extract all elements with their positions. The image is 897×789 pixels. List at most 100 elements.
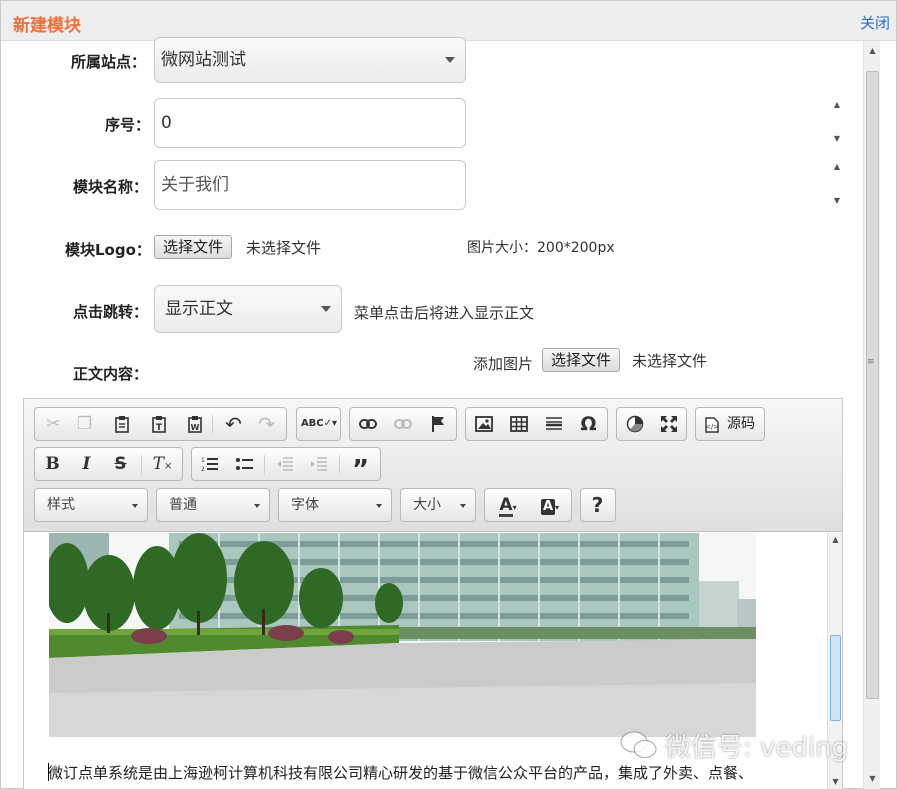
chevron-down-icon: [376, 504, 382, 508]
svg-text:T: T: [155, 423, 162, 433]
body-choose-file-button[interactable]: 选择文件: [542, 348, 621, 372]
size-combo-label: 大小: [413, 497, 441, 513]
toolbar-separator: [339, 455, 340, 475]
styles-combo[interactable]: 样式: [34, 488, 148, 522]
logo-size-hint: 图片大小：200*200px: [467, 240, 615, 256]
numbered-list-icon[interactable]: 12: [194, 448, 225, 480]
svg-text:</>: </>: [705, 423, 719, 431]
clipboard-group: ✂ ❐ T W ↶ ↷: [34, 407, 287, 441]
body-label: 正文内容：: [73, 365, 149, 383]
insert-group: Ω: [465, 407, 608, 441]
format-combo[interactable]: 普通: [156, 488, 270, 522]
special-char-icon[interactable]: Ω: [573, 408, 604, 440]
chevron-down-icon: [132, 504, 138, 508]
paste-icon[interactable]: [106, 408, 137, 440]
order-spin-up-icon[interactable]: ▲: [831, 100, 843, 109]
jump-label: 点击跳转：: [73, 303, 149, 321]
text-color-icon[interactable]: A▾: [489, 489, 527, 521]
logo-file-status: 未选择文件: [246, 239, 322, 257]
cut-icon[interactable]: ✂: [38, 408, 69, 440]
spellcheck-group: ABC✓▾: [296, 407, 341, 441]
dialog-scroll-thumb[interactable]: [866, 71, 879, 699]
add-image-label: 添加图片: [473, 355, 534, 373]
list-group: 12 ”: [191, 447, 381, 485]
svg-text:2: 2: [201, 466, 205, 472]
bold-icon[interactable]: B: [37, 448, 68, 480]
name-spin-up-icon[interactable]: ▲: [831, 162, 843, 171]
blockquote-icon[interactable]: ”: [345, 448, 376, 485]
jump-select-value: 显示正文: [165, 299, 233, 319]
outdent-icon[interactable]: [269, 448, 300, 480]
svg-text:1: 1: [201, 457, 205, 464]
spellcheck-icon[interactable]: ABC✓▾: [299, 408, 339, 440]
chevron-down-icon: [254, 504, 260, 508]
format-combo-label: 普通: [169, 497, 197, 513]
new-module-dialog: 新建模块 关闭 所属站点： 微网站测试 序号： 0 ▲ ▼ 模块名称： 关于我们…: [0, 0, 897, 789]
content-paragraph: 微订点单系统是由上海逊柯计算机科技有限公司精心研发的基于微信公众平台的产品，集成…: [48, 764, 754, 782]
strike-icon[interactable]: S: [105, 448, 136, 480]
link-icon[interactable]: [352, 408, 383, 440]
toolbar-separator: [141, 455, 142, 475]
iframe-icon[interactable]: [619, 408, 650, 440]
jump-select[interactable]: 显示正文: [154, 285, 342, 333]
horizontal-rule-icon[interactable]: [538, 408, 569, 440]
undo-icon[interactable]: ↶: [218, 408, 249, 440]
logo-choose-file-button[interactable]: 选择文件: [154, 235, 233, 259]
unlink-icon[interactable]: [387, 408, 418, 440]
anchor-flag-icon[interactable]: [422, 408, 453, 440]
source-button[interactable]: </> 源码: [695, 407, 765, 441]
remove-format-icon[interactable]: T×: [147, 448, 178, 480]
table-icon[interactable]: [503, 408, 534, 440]
styles-combo-label: 样式: [47, 497, 75, 513]
logo-label: 模块Logo：: [65, 241, 151, 259]
redo-icon[interactable]: ↷: [251, 408, 282, 440]
help-icon: ?: [591, 493, 604, 517]
order-input-value: 0: [161, 113, 172, 133]
basic-styles-group: B I S T×: [34, 447, 183, 481]
close-link[interactable]: 关闭: [860, 12, 890, 33]
site-label: 所属站点：: [71, 53, 147, 71]
font-combo-label: 字体: [291, 497, 319, 513]
indent-icon[interactable]: [303, 448, 334, 480]
dialog-scrollbar[interactable]: ▲ ≡ ▼: [863, 41, 880, 789]
background-color-icon[interactable]: A ▾: [531, 489, 569, 521]
module-name-label: 模块名称：: [73, 178, 149, 196]
scroll-down-icon[interactable]: ▼: [828, 775, 843, 789]
toolbar-separator: [212, 415, 213, 435]
wechat-logo-icon: [620, 731, 657, 758]
module-name-input[interactable]: 关于我们: [154, 160, 466, 210]
order-spin-down-icon[interactable]: ▼: [831, 134, 843, 143]
body-file-status: 未选择文件: [632, 352, 708, 370]
scroll-grip-icon: ≡: [867, 357, 875, 367]
name-spin-down-icon[interactable]: ▼: [831, 196, 843, 205]
image-icon[interactable]: [468, 408, 499, 440]
editor-scroll-thumb[interactable]: [830, 635, 841, 721]
building-photo: [49, 533, 756, 737]
site-select[interactable]: 微网站测试: [154, 37, 466, 83]
order-label: 序号：: [105, 116, 151, 134]
chevron-down-icon: [321, 306, 331, 312]
toolbar-separator: [264, 455, 265, 475]
size-combo[interactable]: 大小: [400, 488, 476, 522]
dialog-title: 新建模块: [13, 16, 81, 36]
order-input[interactable]: 0: [154, 98, 466, 148]
watermark-text: 微信号: veding: [665, 733, 849, 763]
font-combo[interactable]: 字体: [278, 488, 392, 522]
scroll-up-icon[interactable]: ▲: [828, 533, 843, 547]
paste-word-icon[interactable]: W: [179, 408, 210, 440]
copy-icon[interactable]: ❐: [69, 408, 100, 440]
scroll-down-icon[interactable]: ▼: [864, 771, 881, 787]
scroll-up-icon[interactable]: ▲: [864, 43, 881, 59]
paste-text-icon[interactable]: T: [143, 408, 174, 440]
source-icon: </>: [705, 417, 719, 437]
chevron-down-icon: [460, 504, 466, 508]
italic-icon[interactable]: I: [71, 448, 102, 480]
editor-toolbar: ✂ ❐ T W ↶ ↷ ABC✓▾ Ω </> 源码 B I S T× 1 2 …: [24, 399, 842, 532]
help-button[interactable]: ?: [580, 488, 616, 522]
maximize-icon[interactable]: [653, 408, 684, 440]
source-label: 源码: [727, 416, 755, 432]
link-group: [349, 407, 457, 441]
bulleted-list-icon[interactable]: [229, 448, 260, 480]
color-group: A▾ A ▾: [484, 488, 572, 522]
dialog-titlebar: 新建模块 关闭: [1, 1, 896, 41]
